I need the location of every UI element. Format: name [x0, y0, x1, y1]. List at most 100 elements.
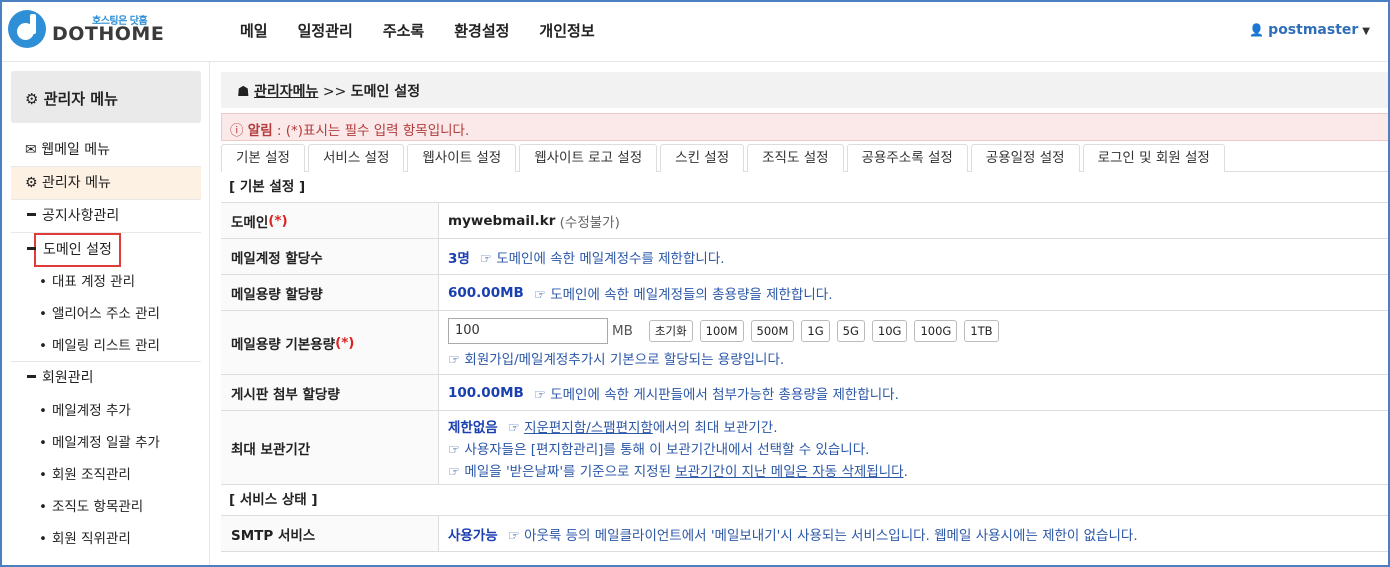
sidebar-item-label: 메일링 리스트 관리	[51, 338, 160, 354]
sidebar-item-label: 메일계정 추가	[51, 403, 131, 419]
hint-suffix: 에서의 최대 보관기간.	[652, 419, 778, 436]
row-label-text: 도메인	[231, 214, 269, 231]
bullet-icon: •	[39, 467, 47, 483]
auto-delete-link[interactable]: 보관기간이 지난 메일은 자동 삭제됩니다	[675, 464, 903, 480]
row-board-quota: 게시판 첨부 할당량 100.00MB ☞ 도메인에 속한 게시판들에서 첨부가능…	[221, 375, 1390, 411]
smtp-value: 사용가능	[448, 527, 498, 544]
nav-schedule[interactable]: 일정관리	[298, 20, 353, 41]
sidebar-item-position[interactable]: • 회원 직위관리	[11, 523, 201, 555]
sidebar-item-org-item[interactable]: • 조직도 항목관리	[11, 491, 201, 523]
preset-1tb-button[interactable]: 1TB	[964, 319, 999, 342]
board-quota-hint: ☞ 도메인에 속한 게시판들에서 첨부가능한 총용량을 제한합니다.	[533, 386, 899, 403]
sidebar-item-label: 대표 계정 관리	[51, 274, 136, 290]
domain-highlight-box: 도메인 설정	[34, 233, 121, 267]
gear-icon: ⚙	[25, 175, 38, 191]
sidebar-item-domain[interactable]: 도메인 설정	[11, 233, 201, 267]
tab-website-logo[interactable]: 웹사이트 로고 설정	[519, 144, 658, 172]
default-size-hint: ☞ 회원가입/메일계정추가시 기본으로 할당되는 용량입니다.	[448, 351, 785, 368]
quota-size-value: 600.00MB	[448, 284, 524, 301]
alert-banner: ⓘ 알림 : (*)표시는 필수 입력 항목입니다.	[221, 113, 1390, 141]
tab-orgchart[interactable]: 조직도 설정	[747, 144, 844, 172]
row-retention: 최대 보관기간 제한없음 ☞ 지운편지함/스팸편지함에서의 최대 보관기간. ☞ …	[221, 411, 1390, 485]
row-quota-size: 메일용량 할당량 600.00MB ☞ 도메인에 속한 메일계정들의 총용량을 제…	[221, 275, 1390, 311]
sidebar-item-notice[interactable]: 공지사항관리	[11, 200, 201, 233]
default-size-input[interactable]	[448, 317, 608, 344]
sidebar-item-alias[interactable]: • 앨리어스 주소 관리	[11, 298, 201, 330]
dash-icon	[27, 246, 36, 250]
domain-note: (수정불가)	[559, 214, 620, 231]
section-service-header: [ 서비스 상태 ]	[221, 485, 1390, 516]
preset-100m-button[interactable]: 100M	[699, 319, 744, 342]
tab-basic[interactable]: 기본 설정	[221, 144, 305, 172]
sidebar-item-webmail[interactable]: ✉ 웹메일 메뉴	[11, 134, 201, 167]
tab-website[interactable]: 웹사이트 설정	[407, 144, 517, 172]
breadcrumb-parent-link[interactable]: 관리자메뉴	[254, 84, 318, 100]
sidebar-item-label: 회원관리	[42, 370, 94, 386]
sidebar-title-text: 관리자 메뉴	[43, 90, 118, 108]
retention-hint-2: ☞ 사용자들은 [편지함관리]를 통해 이 보관기간내에서 선택할 수 있습니다…	[448, 441, 870, 458]
preset-500m-button[interactable]: 500M	[750, 319, 795, 342]
bullet-icon: •	[39, 274, 47, 290]
breadcrumb: ☗ 관리자메뉴 >> 도메인 설정	[221, 72, 1390, 108]
row-label: 메일용량 기본용량 (*)	[221, 311, 439, 374]
quota-count-hint: ☞ 도메인에 속한 메일계정수를 제한합니다.	[479, 250, 725, 267]
preset-10g-button[interactable]: 10G	[871, 319, 908, 342]
row-label: 도메인 (*)	[221, 203, 439, 238]
top-header: 호스팅은 닷홈 DOTHOME 메일 일정관리 주소록 환경설정 개인정보 👤 p…	[0, 0, 1390, 62]
nav-settings[interactable]: 환경설정	[454, 20, 509, 41]
sidebar-item-label: 도메인 설정	[43, 242, 112, 258]
logo-d-icon	[8, 10, 46, 48]
row-default-size: 메일용량 기본용량(*) MB 초기화 100M 500M 1G 5G 10G …	[221, 311, 1390, 375]
envelope-icon: ✉	[25, 142, 37, 158]
nav-mail[interactable]: 메일	[240, 20, 268, 41]
row-value: mywebmail.kr (수정불가)	[439, 203, 1390, 238]
board-quota-value: 100.00MB	[448, 384, 524, 401]
sidebar-item-rep-account[interactable]: • 대표 계정 관리	[11, 266, 201, 298]
user-name: postmaster	[1268, 22, 1359, 38]
retention-hint-1: ☞ 지운편지함/스팸편지함에서의 최대 보관기간.	[508, 416, 778, 436]
retention-hint-3: ☞ 메일을 '받은날짜'를 기준으로 지정된 보관기간이 지난 메일은 자동 삭…	[448, 460, 1381, 480]
sidebar-item-label: 메일계정 일괄 추가	[51, 435, 160, 451]
trash-spam-link[interactable]: 지운편지함/스팸편지함	[524, 420, 653, 436]
sidebar-item-label: 회원 조직관리	[51, 467, 131, 483]
tab-skin[interactable]: 스킨 설정	[660, 144, 745, 172]
sidebar-item-org[interactable]: • 회원 조직관리	[11, 459, 201, 491]
hint-suffix: .	[903, 463, 908, 480]
nav-personal[interactable]: 개인정보	[539, 20, 594, 41]
preset-1g-button[interactable]: 1G	[801, 319, 830, 342]
tab-service[interactable]: 서비스 설정	[307, 144, 405, 172]
sidebar-item-bulk-add[interactable]: • 메일계정 일괄 추가	[11, 427, 201, 459]
row-label-text: 메일용량 기본용량	[231, 336, 336, 353]
bullet-icon: •	[39, 338, 47, 354]
sidebar-item-admin[interactable]: ⚙ 관리자 메뉴	[11, 167, 201, 200]
sidebar-item-mailing[interactable]: • 메일링 리스트 관리	[11, 330, 201, 362]
sidebar-title: ⚙ 관리자 메뉴	[11, 71, 201, 123]
sidebar-item-member[interactable]: 회원관리	[11, 362, 201, 395]
domain-value: mywebmail.kr	[448, 212, 556, 229]
settings-tabs: 기본 설정 서비스 설정 웹사이트 설정 웹사이트 로고 설정 스킨 설정 조직…	[221, 144, 1390, 172]
dash-icon	[27, 212, 36, 216]
nav-addressbook[interactable]: 주소록	[383, 20, 424, 41]
user-menu[interactable]: 👤 postmaster ▼	[1249, 22, 1370, 38]
row-value: 3명 ☞ 도메인에 속한 메일계정수를 제한합니다.	[439, 239, 1390, 274]
dothome-logo[interactable]: 호스팅은 닷홈 DOTHOME	[8, 9, 168, 53]
user-icon: 👤	[1249, 23, 1265, 37]
sidebar-item-add-account[interactable]: • 메일계정 추가	[11, 395, 201, 427]
preset-5g-button[interactable]: 5G	[836, 319, 865, 342]
row-value: 제한없음 ☞ 지운편지함/스팸편지함에서의 최대 보관기간. ☞ 사용자들은 [편…	[439, 411, 1390, 484]
bullet-icon: •	[39, 531, 47, 547]
alert-icon: ⓘ	[230, 123, 244, 139]
reset-button[interactable]: 초기화	[648, 319, 693, 342]
quota-size-hint: ☞ 도메인에 속한 메일계정들의 총용량을 제한합니다.	[533, 286, 833, 303]
section-basic-header: [ 기본 설정 ]	[221, 172, 1390, 203]
sidebar-item-label: 웹메일 메뉴	[41, 142, 111, 158]
alert-text: : (*)표시는 필수 입력 항목입니다.	[272, 123, 470, 139]
tab-public-schedule[interactable]: 공용일정 설정	[970, 144, 1080, 172]
sidebar-item-label: 조직도 항목관리	[51, 499, 144, 515]
row-label: 게시판 첨부 할당량	[221, 375, 439, 410]
row-smtp: SMTP 서비스 사용가능 ☞ 아웃룩 등의 메일클라이언트에서 '메일보내기'시…	[221, 516, 1390, 552]
preset-100g-button[interactable]: 100G	[914, 319, 958, 342]
bullet-icon: •	[39, 403, 47, 419]
tab-public-addressbook[interactable]: 공용주소록 설정	[846, 144, 968, 172]
tab-login-member[interactable]: 로그인 및 회원 설정	[1082, 144, 1225, 172]
